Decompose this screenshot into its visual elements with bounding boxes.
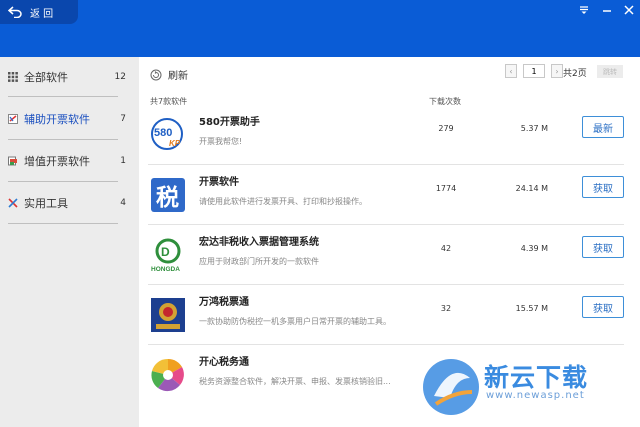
kp580-text: 580	[154, 127, 172, 139]
watermark-url: www.newasp.net	[486, 390, 585, 401]
title-bar: 返 回	[0, 0, 640, 57]
divider	[8, 181, 118, 182]
software-desc: 请使用此软件进行发票开具、打印和抄报操作。	[199, 197, 367, 206]
sidebar-item-vat-invoice[interactable]: 增值开票软件 1	[8, 144, 126, 178]
sidebar-item-label: 辅助开票软件	[24, 113, 90, 126]
sidebar-item-all[interactable]: 全部软件 12	[8, 60, 126, 94]
download-count: 32	[440, 304, 452, 313]
software-name: 开票软件	[199, 177, 239, 188]
file-size: 15.57 M	[515, 304, 548, 313]
next-page-button[interactable]: ›	[551, 64, 563, 78]
sidebar-item-count: 4	[120, 198, 126, 208]
software-row: 580 KP 580开票助手 开票我帮您! 279 5.37 M 最新	[148, 105, 628, 165]
software-row: 万鸿税票通 一款协助防伪税控一机多票用户日常开票的辅助工具。 32 15.57 …	[148, 285, 628, 345]
svg-text:D: D	[161, 245, 170, 259]
download-count: 279	[438, 124, 454, 133]
file-size: 5.37 M	[520, 124, 548, 133]
sidebar-item-count: 12	[114, 72, 126, 82]
get-button[interactable]: 获取	[582, 296, 624, 318]
software-desc: 应用于财政部门所开发的一款软件	[199, 257, 319, 266]
menu-icon[interactable]	[579, 5, 589, 18]
sidebar-item-label: 实用工具	[24, 197, 68, 210]
divider	[8, 139, 118, 140]
software-name: 万鸿税票通	[199, 297, 249, 308]
hongda-text: HONGDA	[151, 266, 180, 273]
sidebar-item-invoice-assist[interactable]: 辅助开票软件 7	[8, 102, 126, 136]
tools-icon	[8, 198, 18, 208]
back-button[interactable]: 返 回	[0, 0, 78, 24]
watermark-brand: 新云下载	[484, 363, 589, 392]
vat-invoice-icon	[8, 156, 17, 166]
kp-sub-text: KP	[169, 139, 181, 148]
happy-tax-logo-icon	[151, 358, 184, 392]
software-row: 税 开票软件 请使用此软件进行发票开具、打印和抄报操作。 1774 24.14 …	[148, 165, 628, 225]
software-name: 宏达非税收入票据管理系统	[199, 237, 319, 248]
divider	[8, 223, 118, 224]
minimize-icon[interactable]	[602, 5, 612, 18]
download-count: 42	[440, 244, 452, 253]
tax-char-text: 税	[156, 184, 179, 211]
file-size: 24.14 M	[515, 184, 548, 193]
watermark-logo-icon	[423, 359, 479, 415]
software-name: 580开票助手	[199, 117, 260, 128]
sidebar-item-label: 增值开票软件	[24, 155, 90, 168]
download-count: 1774	[435, 184, 457, 193]
sidebar-item-count: 7	[120, 114, 126, 124]
watermark: 新云下载 www.newasp.net	[418, 352, 640, 427]
kp580-logo-icon: 580 KP	[151, 118, 183, 150]
software-row: D HONGDA 宏达非税收入票据管理系统 应用于财政部门所开发的一款软件 42…	[148, 225, 628, 285]
tax-emblem-icon	[151, 298, 185, 332]
back-arrow-icon	[8, 6, 22, 18]
file-size: 4.39 M	[520, 244, 548, 253]
refresh-icon	[150, 69, 162, 80]
get-button[interactable]: 获取	[582, 176, 624, 198]
sidebar-item-tools[interactable]: 实用工具 4	[8, 186, 126, 220]
total-pages-label: 共2页	[563, 69, 587, 79]
software-name: 开心税务通	[199, 357, 249, 368]
grid-icon	[8, 72, 18, 82]
tax-logo-icon: 税	[151, 178, 185, 212]
refresh-button[interactable]: 刷新	[150, 67, 188, 82]
back-label: 返 回	[30, 8, 54, 20]
software-desc: 开票我帮您!	[199, 137, 243, 146]
get-button[interactable]: 获取	[582, 236, 624, 258]
software-desc: 税务资源整合软件，解决开票、申报、发票核销验旧...	[199, 377, 391, 386]
refresh-label: 刷新	[168, 71, 188, 82]
prev-page-button[interactable]: ‹	[505, 64, 517, 78]
close-icon[interactable]	[624, 5, 634, 18]
sidebar: 全部软件 12 辅助开票软件 7 增值开票软件 1 实用工具 4	[0, 57, 139, 427]
sidebar-item-label: 全部软件	[24, 71, 68, 84]
sidebar-item-count: 1	[120, 156, 126, 166]
hongda-logo-icon: D HONGDA	[151, 238, 181, 273]
invoice-assist-icon	[8, 114, 18, 124]
latest-button[interactable]: 最新	[582, 116, 624, 138]
page-number-input[interactable]	[523, 64, 545, 78]
divider	[8, 96, 118, 97]
software-desc: 一款协助防伪税控一机多票用户日常开票的辅助工具。	[199, 317, 391, 326]
pagination: ‹ ›	[505, 64, 563, 78]
jump-button[interactable]: 跳转	[597, 65, 623, 78]
